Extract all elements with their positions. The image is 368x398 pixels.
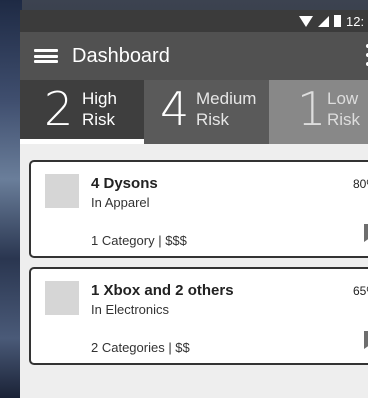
tab-medium-risk-count: 4 — [160, 82, 190, 136]
risk-card[interactable]: 1 Xbox and 2 others In Electronics 2 Cat… — [29, 267, 368, 365]
tab-high-risk-label: High Risk — [82, 89, 117, 129]
status-time: 12: — [346, 13, 365, 29]
risk-card[interactable]: 4 Dysons In Apparel 1 Category | $$$ 80% — [29, 160, 368, 258]
tab-low-risk-count: 1 — [297, 82, 327, 136]
risk-tabs: 2 High Risk 4 Medium Risk 1 Low Risk — [20, 80, 368, 144]
card-meta: 2 Categories | $$ — [91, 340, 190, 355]
card-subtitle: In Apparel — [91, 195, 150, 210]
card-percent: 80% — [352, 177, 368, 191]
wifi-icon — [299, 15, 313, 27]
status-bar: 12: — [20, 10, 368, 32]
card-meta: 1 Category | $$$ — [91, 233, 187, 248]
background-blur — [0, 0, 22, 398]
selected-tab-indicator — [20, 139, 144, 144]
tab-low-risk-label: Low Risk — [327, 89, 361, 129]
bookmark-icon[interactable] — [364, 331, 368, 349]
hamburger-menu-icon[interactable] — [34, 49, 58, 63]
tab-high-risk[interactable]: 2 High Risk — [20, 80, 144, 144]
tab-medium-risk[interactable]: 4 Medium Risk — [144, 80, 269, 144]
card-title: 4 Dysons — [91, 175, 158, 192]
bookmark-icon[interactable] — [364, 224, 368, 242]
status-icons: 12: — [299, 12, 368, 30]
card-subtitle: In Electronics — [91, 302, 170, 317]
signal-icon — [318, 15, 329, 27]
battery-icon — [334, 15, 341, 27]
phone-screen: 12: Dashboard 2 High Risk 4 Medium Risk … — [20, 10, 368, 398]
tab-low-risk[interactable]: 1 Low Risk — [269, 80, 368, 144]
page-title: Dashboard — [72, 45, 170, 67]
product-thumbnail — [45, 174, 79, 208]
product-thumbnail — [45, 281, 79, 315]
card-title: 1 Xbox and 2 others — [91, 282, 234, 299]
tab-high-risk-count: 2 — [44, 82, 74, 136]
card-percent: 65% — [352, 284, 368, 298]
app-bar: Dashboard — [20, 32, 368, 80]
tab-medium-risk-label: Medium Risk — [196, 89, 257, 129]
